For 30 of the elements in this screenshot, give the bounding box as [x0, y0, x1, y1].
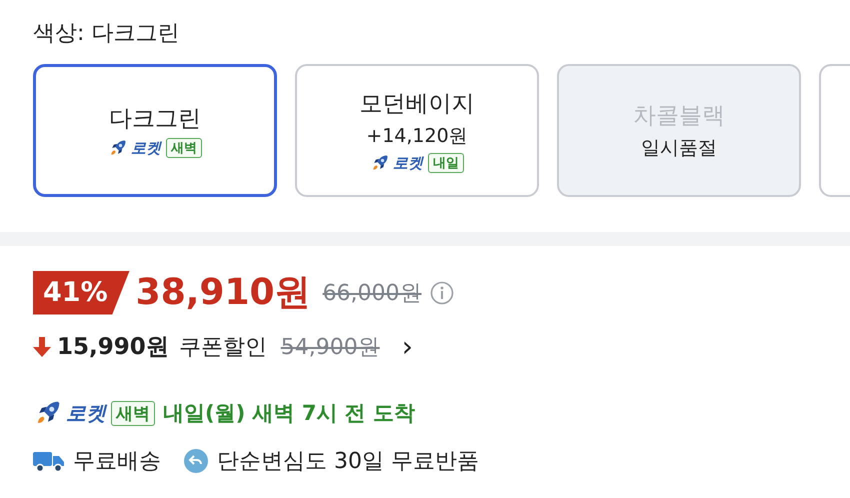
stock-status: 일시품절 [641, 136, 717, 161]
delivery-tag: 새벽 [166, 138, 202, 158]
discount-badge: 41% [33, 270, 130, 314]
truck-icon [33, 449, 65, 473]
benefit-text: 무료배송 [73, 448, 161, 476]
option-card[interactable]: 모던베이지 +14,120원 로켓 내일 [295, 64, 539, 197]
rocket-label: 로켓 [66, 400, 106, 426]
option-card[interactable]: 다크그린 로켓 새벽 [33, 64, 277, 197]
return-icon [183, 448, 209, 474]
sale-price: 38,910원 [136, 271, 311, 315]
option-card[interactable]: 차콜블랙 일시품절 [557, 64, 801, 197]
delivery-tag: 새벽 [111, 400, 155, 426]
arrival-text: 내일(월) 새벽 7시 전 도착 [163, 400, 416, 427]
original-price: 66,000원 [322, 280, 422, 308]
chevron[interactable]: › [402, 332, 413, 360]
option-name: 다크그린 [109, 105, 201, 134]
option-label: 색상: 다크그린 [33, 20, 180, 48]
coupon-label: 쿠폰할인 [178, 334, 267, 362]
rocket-label: 로켓 [131, 138, 161, 158]
option-card[interactable] [819, 64, 850, 197]
coupon-amount: 15,990원 [57, 333, 169, 362]
rocket-label: 로켓 [393, 154, 423, 172]
price-before-coupon: 54,900원 [280, 334, 380, 362]
delivery-tag: 내일 [428, 153, 464, 173]
option-name: 모던베이지 [360, 90, 474, 119]
option-name: 차콜블랙 [633, 102, 725, 131]
benefit-text: 단순변심도 30일 무료반품 [217, 448, 479, 476]
info-icon[interactable] [430, 280, 454, 304]
down-arrow-icon [33, 336, 51, 356]
option-price: +14,120원 [366, 124, 468, 149]
